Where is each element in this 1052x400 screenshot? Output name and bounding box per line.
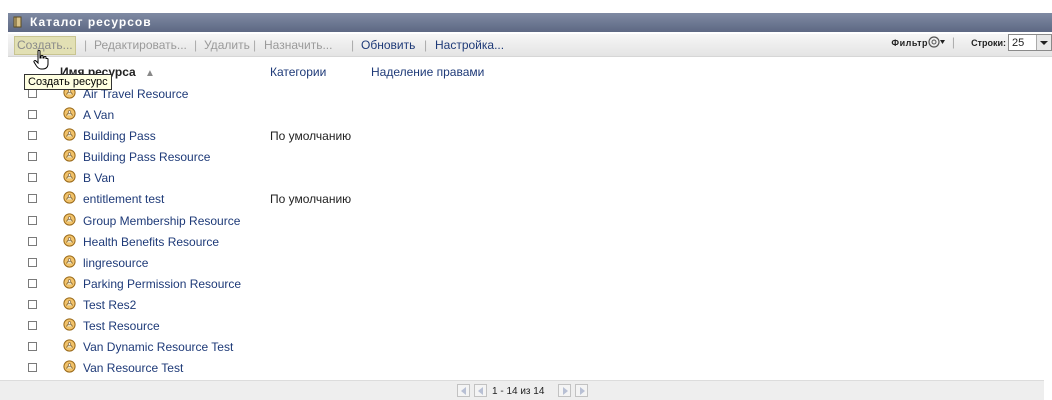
table-row: Van Resource Test	[8, 358, 1052, 379]
table-row: A Van	[8, 105, 1052, 126]
column-header-entitlements[interactable]: Наделение правами	[371, 65, 484, 79]
row-checkbox[interactable]	[28, 89, 37, 98]
toolbar-separator: |	[84, 38, 88, 52]
resource-icon	[63, 360, 76, 373]
hand-cursor-icon	[33, 50, 49, 70]
resource-name-link[interactable]: entitlement test	[83, 192, 164, 206]
resource-icon	[63, 255, 76, 268]
window-titlebar: Каталог ресурсов	[8, 13, 1052, 32]
rows-per-page-select[interactable]: 25	[1008, 34, 1052, 51]
row-checkbox[interactable]	[28, 342, 37, 352]
resource-table: Air Travel Resource A Van Building Pass По …	[8, 84, 1052, 379]
resource-name-link[interactable]: Health Benefits Resource	[83, 235, 219, 249]
table-row: Air Travel Resource	[8, 84, 1052, 105]
resource-name-link[interactable]: Van Resource Test	[83, 361, 183, 375]
pager-prev-button[interactable]	[474, 384, 487, 397]
resource-name-link[interactable]: Group Membership Resource	[83, 214, 240, 228]
row-checkbox[interactable]	[28, 152, 37, 162]
resource-name-link[interactable]: Building Pass Resource	[83, 150, 210, 164]
toolbar: Создать... | Редактировать... | Удалить …	[8, 34, 1052, 57]
row-checkbox[interactable]	[28, 110, 37, 120]
create-tooltip: Создать ресурс	[24, 74, 112, 90]
table-row: Parking Permission Resource	[8, 274, 1052, 295]
resource-icon	[63, 191, 76, 205]
resource-category: По умолчанию	[270, 129, 352, 144]
table-row: Health Benefits Resource	[8, 232, 1052, 253]
resource-category: По умолчанию	[270, 192, 352, 207]
toolbar-separator: |	[424, 38, 428, 52]
toolbar-separator: |	[194, 38, 198, 52]
table-row: B Van	[8, 168, 1052, 189]
window-title: Каталог ресурсов	[30, 15, 152, 29]
delete-button[interactable]: Удалить	[204, 38, 250, 52]
rows-per-page-value: 25	[1012, 37, 1025, 49]
table-row: Test Res2	[8, 295, 1052, 316]
row-checkbox[interactable]	[28, 194, 37, 204]
resource-icon	[63, 318, 76, 331]
table-row: Van Dynamic Resource Test	[8, 337, 1052, 358]
table-row: Building Pass Resource	[8, 147, 1052, 168]
table-row: Group Membership Resource	[8, 211, 1052, 232]
resource-icon	[63, 170, 76, 183]
table-row: entitlement test По умолчанию	[8, 189, 1052, 210]
resource-icon	[63, 212, 76, 226]
resource-name-link[interactable]: Building Pass	[83, 129, 156, 143]
pager-next-button[interactable]	[558, 384, 571, 397]
table-row: Test Resource	[8, 316, 1052, 337]
settings-button[interactable]: Настройка...	[435, 38, 504, 52]
resource-name-link[interactable]: Test Resource	[83, 319, 160, 333]
rows-label: Строки:	[971, 38, 1006, 48]
resource-name-link[interactable]: Test Res2	[83, 298, 136, 312]
refresh-button[interactable]: Обновить	[361, 38, 415, 52]
toolbar-separator: |	[951, 35, 955, 49]
resource-icon	[63, 149, 76, 162]
resource-icon	[63, 234, 76, 247]
row-checkbox[interactable]	[28, 215, 37, 225]
resource-name-link[interactable]: A Van	[83, 108, 114, 122]
resource-name-link[interactable]: lingresource	[83, 256, 148, 270]
pager: 1 - 14 из 14	[0, 380, 1044, 400]
resource-icon	[63, 107, 76, 120]
edit-button[interactable]: Редактировать...	[94, 38, 187, 52]
column-header-categories[interactable]: Категории	[270, 65, 326, 79]
row-checkbox[interactable]	[28, 236, 37, 246]
row-checkbox[interactable]	[28, 321, 37, 331]
resource-icon	[63, 128, 76, 141]
toolbar-separator: |	[351, 38, 355, 52]
resource-name-link[interactable]: Parking Permission Resource	[83, 277, 241, 291]
catalog-icon	[13, 16, 22, 28]
resource-icon	[63, 339, 76, 352]
table-header: Имя ресурса ▲ Категории Наделение правам…	[8, 60, 1052, 80]
resource-icon	[63, 297, 76, 310]
sort-ascending-icon: ▲	[145, 68, 155, 79]
row-checkbox[interactable]	[28, 131, 37, 141]
filter-label: Фильтр	[891, 38, 928, 48]
assign-button[interactable]: Назначить...	[264, 38, 332, 52]
resource-icon	[63, 276, 76, 289]
chevron-down-icon[interactable]	[1036, 35, 1051, 50]
row-checkbox[interactable]	[28, 363, 37, 373]
table-row: lingresource	[8, 253, 1052, 274]
pager-first-button[interactable]	[457, 384, 470, 397]
pager-last-button[interactable]	[575, 384, 588, 397]
table-row: Building Pass По умолчанию	[8, 126, 1052, 147]
row-checkbox[interactable]	[28, 173, 37, 183]
row-checkbox[interactable]	[28, 299, 37, 309]
row-checkbox[interactable]	[28, 278, 37, 288]
row-checkbox[interactable]	[28, 257, 37, 267]
filter-icon[interactable]	[928, 35, 946, 49]
pager-info: 1 - 14 из 14	[492, 386, 545, 397]
resource-name-link[interactable]: Van Dynamic Resource Test	[83, 340, 233, 354]
resource-name-link[interactable]: B Van	[83, 171, 115, 185]
toolbar-separator: |	[253, 38, 257, 52]
